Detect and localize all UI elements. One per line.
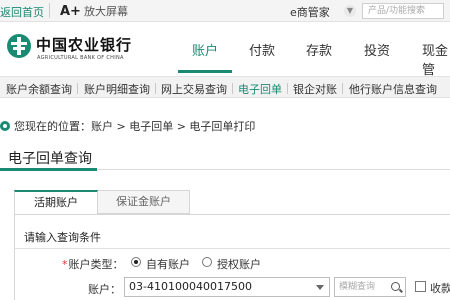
divider	[155, 83, 156, 94]
subnav-item-other-bank[interactable]: 他行账户信息查询	[349, 81, 437, 97]
nav-item-payment[interactable]: 付款	[249, 40, 275, 59]
divider	[342, 83, 343, 94]
required-marker: *	[62, 258, 68, 271]
emanager-label[interactable]: e商管家	[290, 4, 330, 20]
enlarge-screen-link[interactable]: A+ 放大屏幕	[60, 3, 128, 19]
divider	[49, 3, 50, 18]
search-input[interactable]: 产品/功能搜索	[362, 3, 444, 19]
enlarge-screen-label: 放大屏幕	[83, 5, 128, 18]
subnav-item-e-receipt[interactable]: 电子回单	[238, 81, 282, 97]
logo-title: 中国农业银行	[36, 36, 133, 54]
title-accent-underline	[0, 168, 97, 171]
nav-item-deposit[interactable]: 存款	[306, 40, 332, 59]
receipt-checkbox[interactable]	[415, 281, 426, 292]
abc-logo-icon	[7, 34, 31, 58]
nav-item-investment[interactable]: 投资	[364, 40, 390, 59]
chevron-down-icon[interactable]: ▼	[344, 5, 356, 17]
radio-own-account-label: 自有账户	[146, 258, 190, 271]
font-size-icon: A+	[60, 4, 81, 19]
page-title: 电子回单查询	[8, 151, 92, 167]
header: 中国农业银行 AGRICULTURAL BANK OF CHINA 账户 付款 …	[0, 23, 450, 78]
location-icon	[0, 121, 10, 131]
breadcrumb: 您现在的位置：账户 > 电子回单 > 电子回单打印	[0, 118, 255, 134]
divider	[232, 83, 233, 94]
divider	[287, 83, 288, 94]
top-utility-bar: 返回首页 A+ 放大屏幕 e商管家 ▼ 产品/功能搜索	[0, 0, 450, 22]
account-select[interactable]: 03-410100040017500	[124, 277, 330, 297]
fuzzy-search-placeholder: 模糊查询	[339, 282, 376, 292]
radio-own-account[interactable]	[131, 257, 141, 267]
tab-margin-account[interactable]: 保证金账户	[98, 190, 190, 214]
subnav-item-reconciliation[interactable]: 银企对账	[293, 81, 337, 97]
radio-authorized-account[interactable]	[202, 257, 212, 267]
tab-current-account[interactable]: 活期账户	[14, 190, 98, 214]
subnav-item-transactions[interactable]: 网上交易查询	[161, 81, 227, 97]
active-nav-indicator	[178, 70, 232, 73]
search-icon[interactable]	[391, 282, 400, 291]
subnav-item-details[interactable]: 账户明细查询	[84, 81, 150, 97]
account-value: 03-410100040017500	[129, 280, 252, 293]
query-conditions-heading: 请输入查询条件	[24, 231, 101, 244]
logo-subtitle: AGRICULTURAL BANK OF CHINA	[37, 55, 124, 61]
divider	[77, 83, 78, 94]
receipt-checkbox-label: 收款	[430, 282, 450, 295]
radio-authorized-account-label: 授权账户	[217, 258, 261, 271]
panel-divider	[15, 248, 450, 249]
sub-nav: 账户余额查询 账户明细查询 网上交易查询 电子回单 银企对账 他行账户信息查询	[0, 76, 450, 98]
nav-item-cash-management[interactable]: 现金管	[422, 40, 450, 78]
account-type-label: *账户类型：	[62, 256, 124, 272]
home-link[interactable]: 返回首页	[0, 4, 44, 20]
fuzzy-search-input[interactable]: 模糊查询	[334, 277, 406, 297]
account-label: 账户：	[88, 283, 121, 296]
account-type-label-text: 账户类型：	[68, 258, 124, 271]
subnav-item-balance[interactable]: 账户余额查询	[6, 81, 72, 97]
chevron-down-icon	[316, 285, 324, 290]
nav-item-account[interactable]: 账户	[192, 40, 218, 59]
breadcrumb-text: 您现在的位置：账户 > 电子回单 > 电子回单打印	[14, 120, 256, 133]
